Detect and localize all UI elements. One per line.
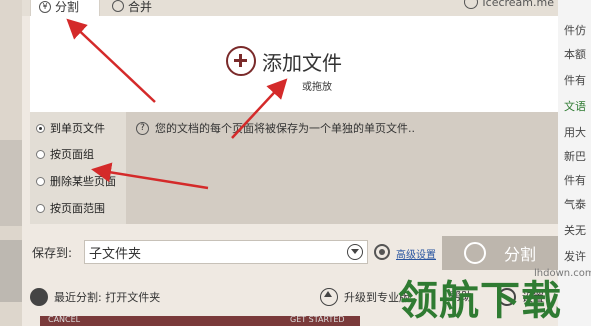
annotation-arrow: [66, 18, 156, 103]
annotation-arrow: [231, 78, 288, 139]
annotation-arrow: [91, 162, 209, 190]
watermark-url: lhdown.com: [534, 268, 591, 279]
